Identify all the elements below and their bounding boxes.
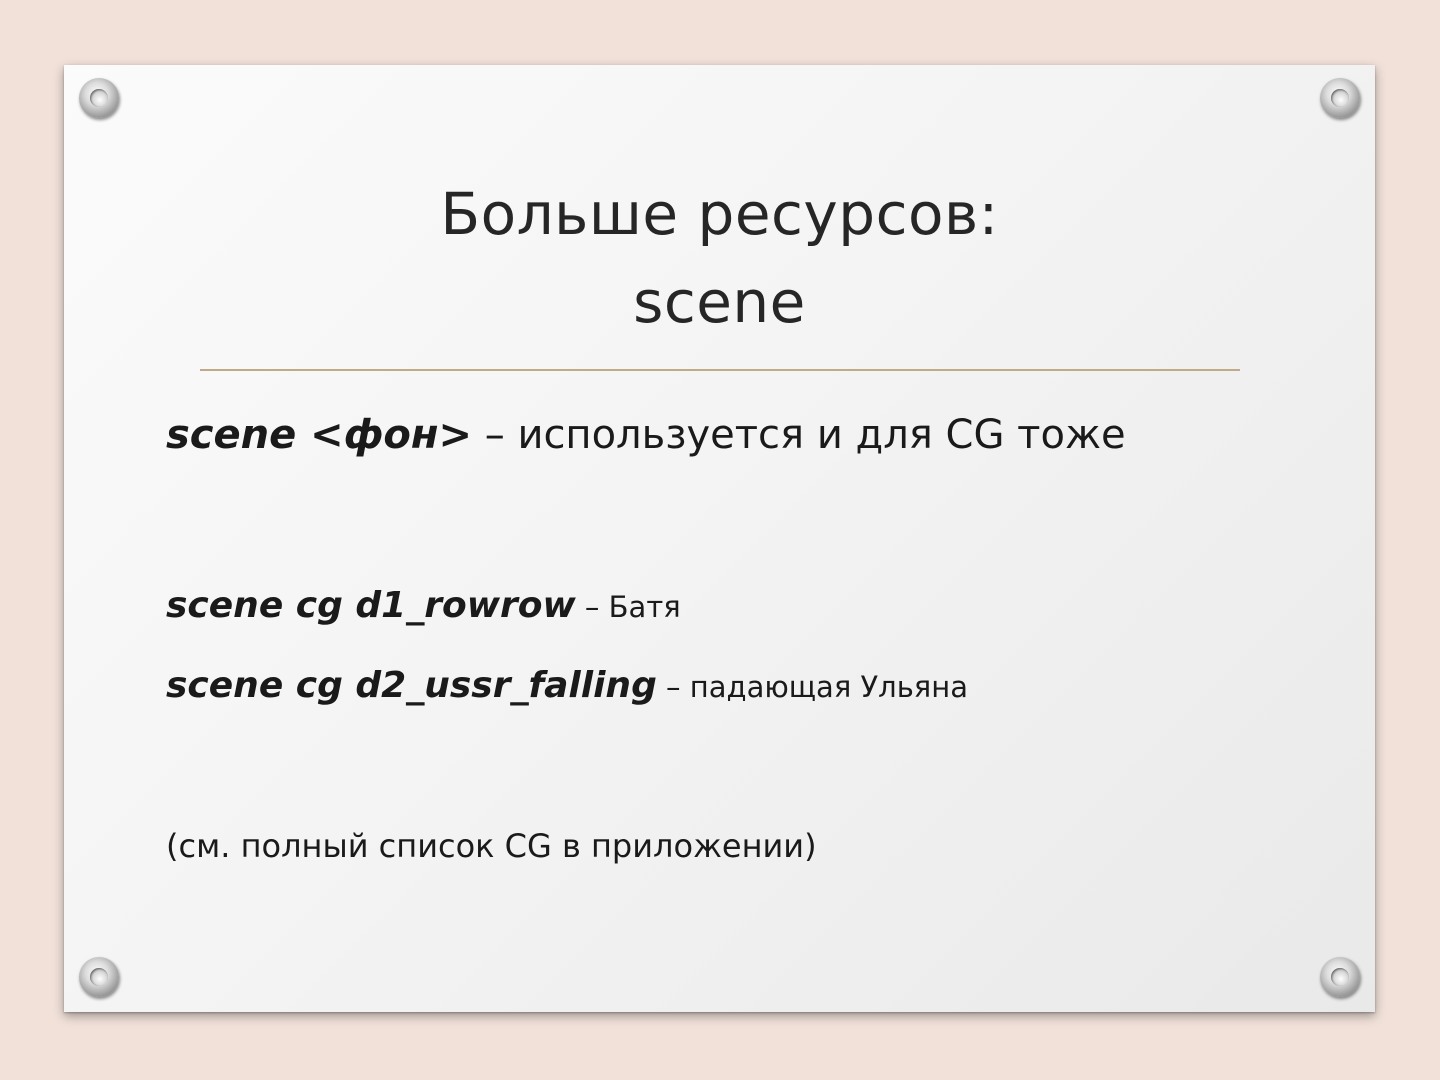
content-line-scene-bg: scene <фон> – используется и для CG тоже (166, 412, 1126, 458)
rivet-bottom-right-icon (1320, 957, 1360, 997)
slide-title: Больше ресурсов: scene (64, 170, 1375, 346)
content-line-cg-falling: scene cg d2_ussr_falling – падающая Улья… (166, 665, 968, 706)
rivet-bottom-left-icon (79, 957, 119, 997)
appendix-note: (см. полный список CG в приложении) (166, 827, 817, 865)
code-text: scene cg d2_ussr_falling (166, 665, 657, 706)
slide-title-line-1: Больше ресурсов: (440, 180, 999, 248)
title-divider (200, 369, 1240, 371)
code-text: scene <фон> (166, 412, 473, 458)
slide-title-line-2: scene (633, 268, 806, 336)
description-text: – падающая Ульяна (656, 670, 968, 704)
rivet-top-left-icon (79, 78, 119, 118)
slide: Больше ресурсов: scene scene <фон> – исп… (64, 65, 1375, 1012)
description-text: – Батя (575, 590, 681, 624)
rivet-top-right-icon (1320, 78, 1360, 118)
description-text: – используется и для CG тоже (472, 412, 1126, 458)
content-line-cg-rowrow: scene cg d1_rowrow – Батя (166, 585, 681, 626)
code-text: scene cg d1_rowrow (166, 585, 576, 626)
